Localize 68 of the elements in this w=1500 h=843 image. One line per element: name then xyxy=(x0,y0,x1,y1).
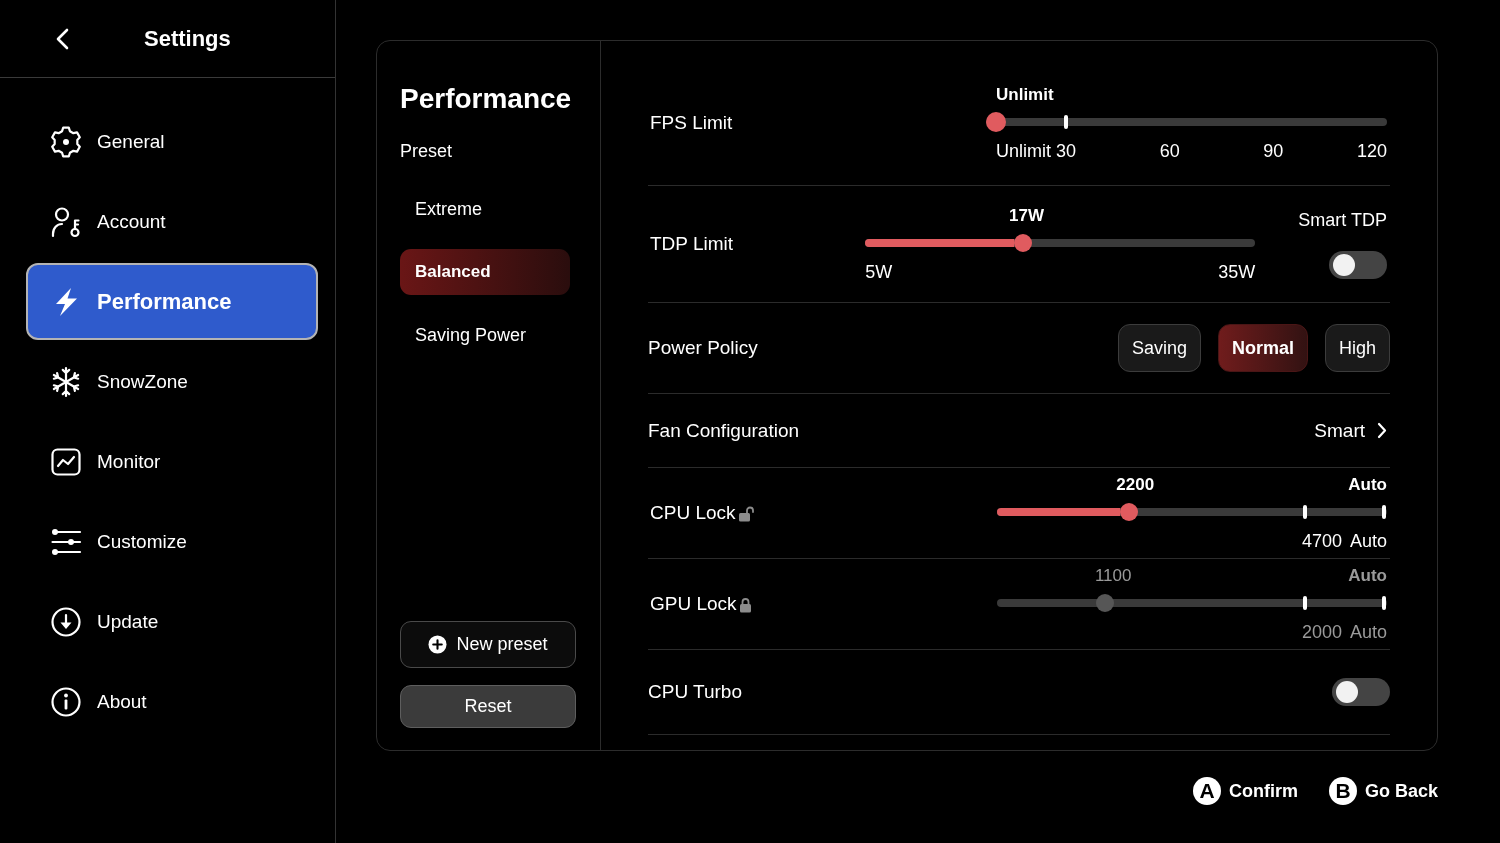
setting-label: CPU Lock xyxy=(650,502,736,524)
slider-tick xyxy=(1302,505,1307,519)
sidebar-title: Settings xyxy=(144,25,231,52)
scale-label: 5W xyxy=(865,262,893,282)
line-chart-icon xyxy=(50,445,82,478)
snowflake-icon xyxy=(50,365,82,398)
scale-label: Auto xyxy=(1349,531,1387,551)
slider-tick xyxy=(1382,596,1386,610)
chevron-left-icon xyxy=(55,27,69,50)
setting-label: GPU Lock xyxy=(650,593,737,615)
scale-label: 2000 xyxy=(1301,622,1342,642)
person-key-icon xyxy=(50,205,82,238)
nav-item[interactable]: Account xyxy=(26,183,318,260)
scale-label: Unlimit xyxy=(996,141,1051,161)
slider-value: 2200 xyxy=(1116,474,1155,496)
scale-label: 120 xyxy=(1356,141,1387,161)
scale-label: 4700 xyxy=(1301,531,1342,551)
scale-label: 35W xyxy=(1218,262,1256,282)
option-button[interactable]: Normal xyxy=(1217,324,1308,372)
key-badge: B xyxy=(1328,777,1357,805)
slider-end-label: Auto xyxy=(1348,474,1387,496)
section-label: Preset xyxy=(400,140,454,162)
scale-label: 60 xyxy=(1159,141,1180,161)
preset-item[interactable]: Balanced xyxy=(400,249,570,295)
download-icon xyxy=(50,605,82,638)
slider-end-label: Auto xyxy=(1348,565,1387,587)
scale-label: Auto xyxy=(1349,622,1387,642)
nav-item[interactable]: Performance xyxy=(26,263,318,340)
slider-tick xyxy=(1064,115,1069,129)
plus-circle-icon xyxy=(428,635,448,654)
toggle-switch[interactable] xyxy=(1332,678,1390,706)
setting-label: Fan Configuration xyxy=(648,419,800,442)
slider-thumb[interactable] xyxy=(986,112,1006,132)
slider-value: 17W xyxy=(1009,205,1045,227)
setting-label: TDP Limit xyxy=(650,233,734,255)
hint-label: Go Back xyxy=(1364,780,1438,802)
new-preset-button[interactable]: New preset xyxy=(400,621,576,668)
slider-thumb[interactable] xyxy=(1119,503,1138,521)
slider-thumb[interactable] xyxy=(1014,234,1033,252)
hint-label: Confirm xyxy=(1228,780,1298,802)
nav-item[interactable]: Monitor xyxy=(26,423,318,500)
nav-item[interactable]: General xyxy=(26,103,318,180)
value-link[interactable]: Smart xyxy=(1314,419,1390,442)
slider-value: 1100 xyxy=(1094,565,1132,587)
preset-item[interactable]: Extreme xyxy=(400,186,570,232)
preset-item[interactable]: Saving Power xyxy=(400,312,570,358)
slider-tick xyxy=(1302,596,1307,610)
nav-item[interactable]: Update xyxy=(26,583,318,660)
gear-icon xyxy=(50,125,82,158)
setting-label: FPS Limit xyxy=(650,112,733,134)
nav-item[interactable]: About xyxy=(26,663,318,740)
setting-label: CPU Turbo xyxy=(648,681,742,703)
slider-tick xyxy=(1382,505,1386,519)
key-badge: A xyxy=(1192,777,1221,805)
reset-button[interactable]: Reset xyxy=(400,685,576,728)
option-button[interactable]: High xyxy=(1324,324,1390,372)
setting-label: Smart TDP xyxy=(1298,209,1387,231)
scale-label: 30 xyxy=(1056,141,1077,161)
info-icon xyxy=(50,685,82,718)
scale-label: 90 xyxy=(1263,141,1284,161)
slider-value: Unlimit xyxy=(996,84,1054,106)
nav-item[interactable]: SnowZone xyxy=(26,343,318,420)
chevron-right-icon xyxy=(1377,422,1387,439)
panel-title: Performance xyxy=(400,82,573,116)
toggle-switch[interactable] xyxy=(1329,251,1387,279)
setting-label: Power Policy xyxy=(648,337,758,359)
nav-item[interactable]: Customize xyxy=(26,503,318,580)
option-button[interactable]: Saving xyxy=(1117,324,1201,372)
